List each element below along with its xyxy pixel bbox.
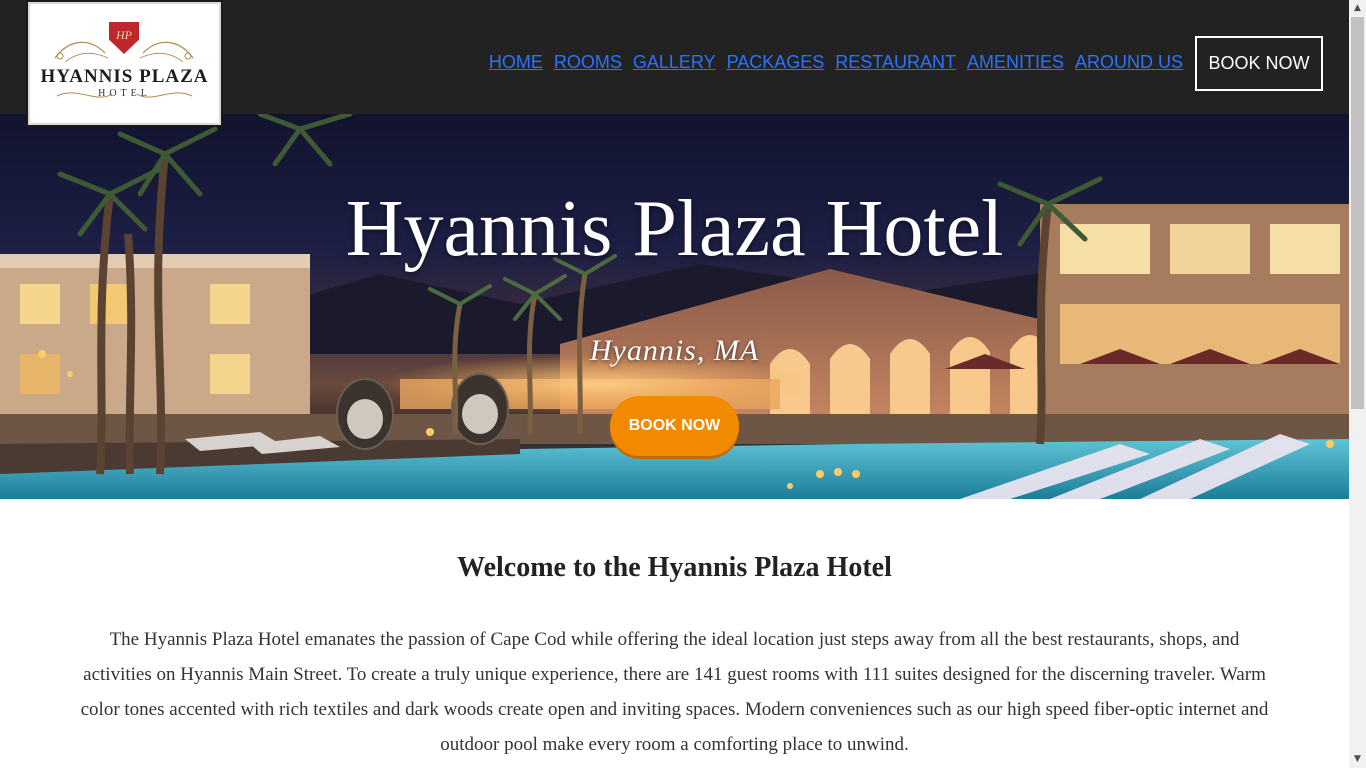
logo-subtitle: HOTEL	[98, 88, 151, 99]
hero-banner: Hyannis Plaza Hotel Hyannis, MA BOOK NOW	[0, 114, 1349, 499]
nav-rooms[interactable]: ROOMS	[554, 52, 622, 73]
hero-book-now-button[interactable]: BOOK NOW	[610, 396, 739, 456]
main-nav: HOME ROOMS GALLERY PACKAGES RESTAURANT A…	[489, 52, 1183, 73]
nav-restaurant[interactable]: RESTAURANT	[835, 52, 956, 73]
hotel-logo[interactable]: HP HYANNIS PLAZA HOTEL	[26, 0, 223, 127]
nav-home[interactable]: HOME	[489, 52, 543, 73]
nav-around-us[interactable]: AROUND US	[1075, 52, 1183, 73]
site-header: HP HYANNIS PLAZA HOTEL HOME ROOMS GALLER…	[0, 0, 1349, 127]
welcome-paragraph: The Hyannis Plaza Hotel emanates the pas…	[80, 629, 1269, 755]
scroll-down-arrow-icon[interactable]: ▼	[1349, 751, 1366, 768]
nav-amenities[interactable]: AMENITIES	[967, 52, 1064, 73]
scroll-up-arrow-icon[interactable]: ▲	[1349, 0, 1366, 17]
vertical-scrollbar[interactable]: ▲ ▼	[1349, 0, 1366, 768]
scroll-thumb[interactable]	[1351, 17, 1364, 409]
nav-packages[interactable]: PACKAGES	[727, 52, 825, 73]
hero-location: Hyannis, MA	[589, 334, 760, 367]
welcome-heading: Welcome to the Hyannis Plaza Hotel	[457, 552, 892, 583]
nav-gallery[interactable]: GALLERY	[633, 52, 716, 73]
header-book-now-button[interactable]: BOOK NOW	[1195, 36, 1323, 91]
hero-title: Hyannis Plaza Hotel	[345, 185, 1004, 273]
